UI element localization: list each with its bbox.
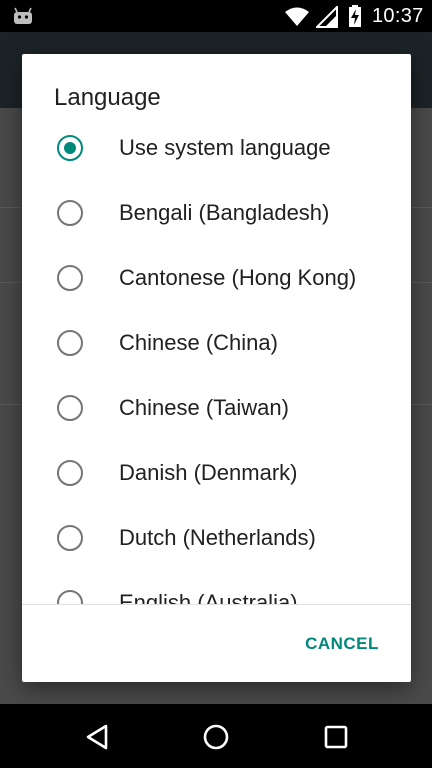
radio-button-checked[interactable] [57,135,83,161]
dialog-divider [22,604,411,605]
language-option[interactable]: Bengali (Bangladesh) [22,180,411,245]
radio-button[interactable] [57,460,83,486]
home-icon[interactable] [201,722,231,752]
language-option-label: English (Australia) [119,590,298,605]
language-option[interactable]: Dutch (Netherlands) [22,505,411,570]
android-icon [14,7,32,24]
language-option[interactable]: Chinese (Taiwan) [22,375,411,440]
dialog-title: Language [54,84,161,111]
language-option-label: Dutch (Netherlands) [119,525,316,550]
radio-button[interactable] [57,265,83,291]
radio-button[interactable] [57,200,83,226]
status-bar: 10:37 [0,0,432,32]
clock: 10:37 [372,5,424,27]
language-option[interactable]: Use system language [22,115,411,180]
language-option-label: Cantonese (Hong Kong) [119,265,357,290]
cancel-button[interactable]: CANCEL [292,624,392,664]
back-icon[interactable] [82,722,112,752]
language-option[interactable]: English (Australia) [22,570,411,605]
language-option[interactable]: Chinese (China) [22,310,411,375]
language-option[interactable]: Cantonese (Hong Kong) [22,245,411,310]
language-dialog: Language Use system language Bengali (Ba… [22,54,411,682]
language-option-label: Chinese (Taiwan) [119,395,289,420]
language-option-label: Use system language [119,135,331,160]
radio-button[interactable] [57,395,83,421]
language-option-label: Bengali (Bangladesh) [119,200,330,225]
recents-icon[interactable] [321,722,351,752]
language-option-label: Danish (Denmark) [119,460,298,485]
navigation-bar [0,704,432,768]
radio-button[interactable] [57,330,83,356]
language-option-label: Chinese (China) [119,330,278,355]
radio-button[interactable] [57,525,83,551]
language-option[interactable]: Danish (Denmark) [22,440,411,505]
wifi-icon [285,7,309,26]
radio-button[interactable] [57,590,83,605]
cell-signal-icon [316,6,338,28]
battery-charging-icon [349,5,361,27]
language-options-list[interactable]: Use system language Bengali (Bangladesh)… [22,115,411,605]
